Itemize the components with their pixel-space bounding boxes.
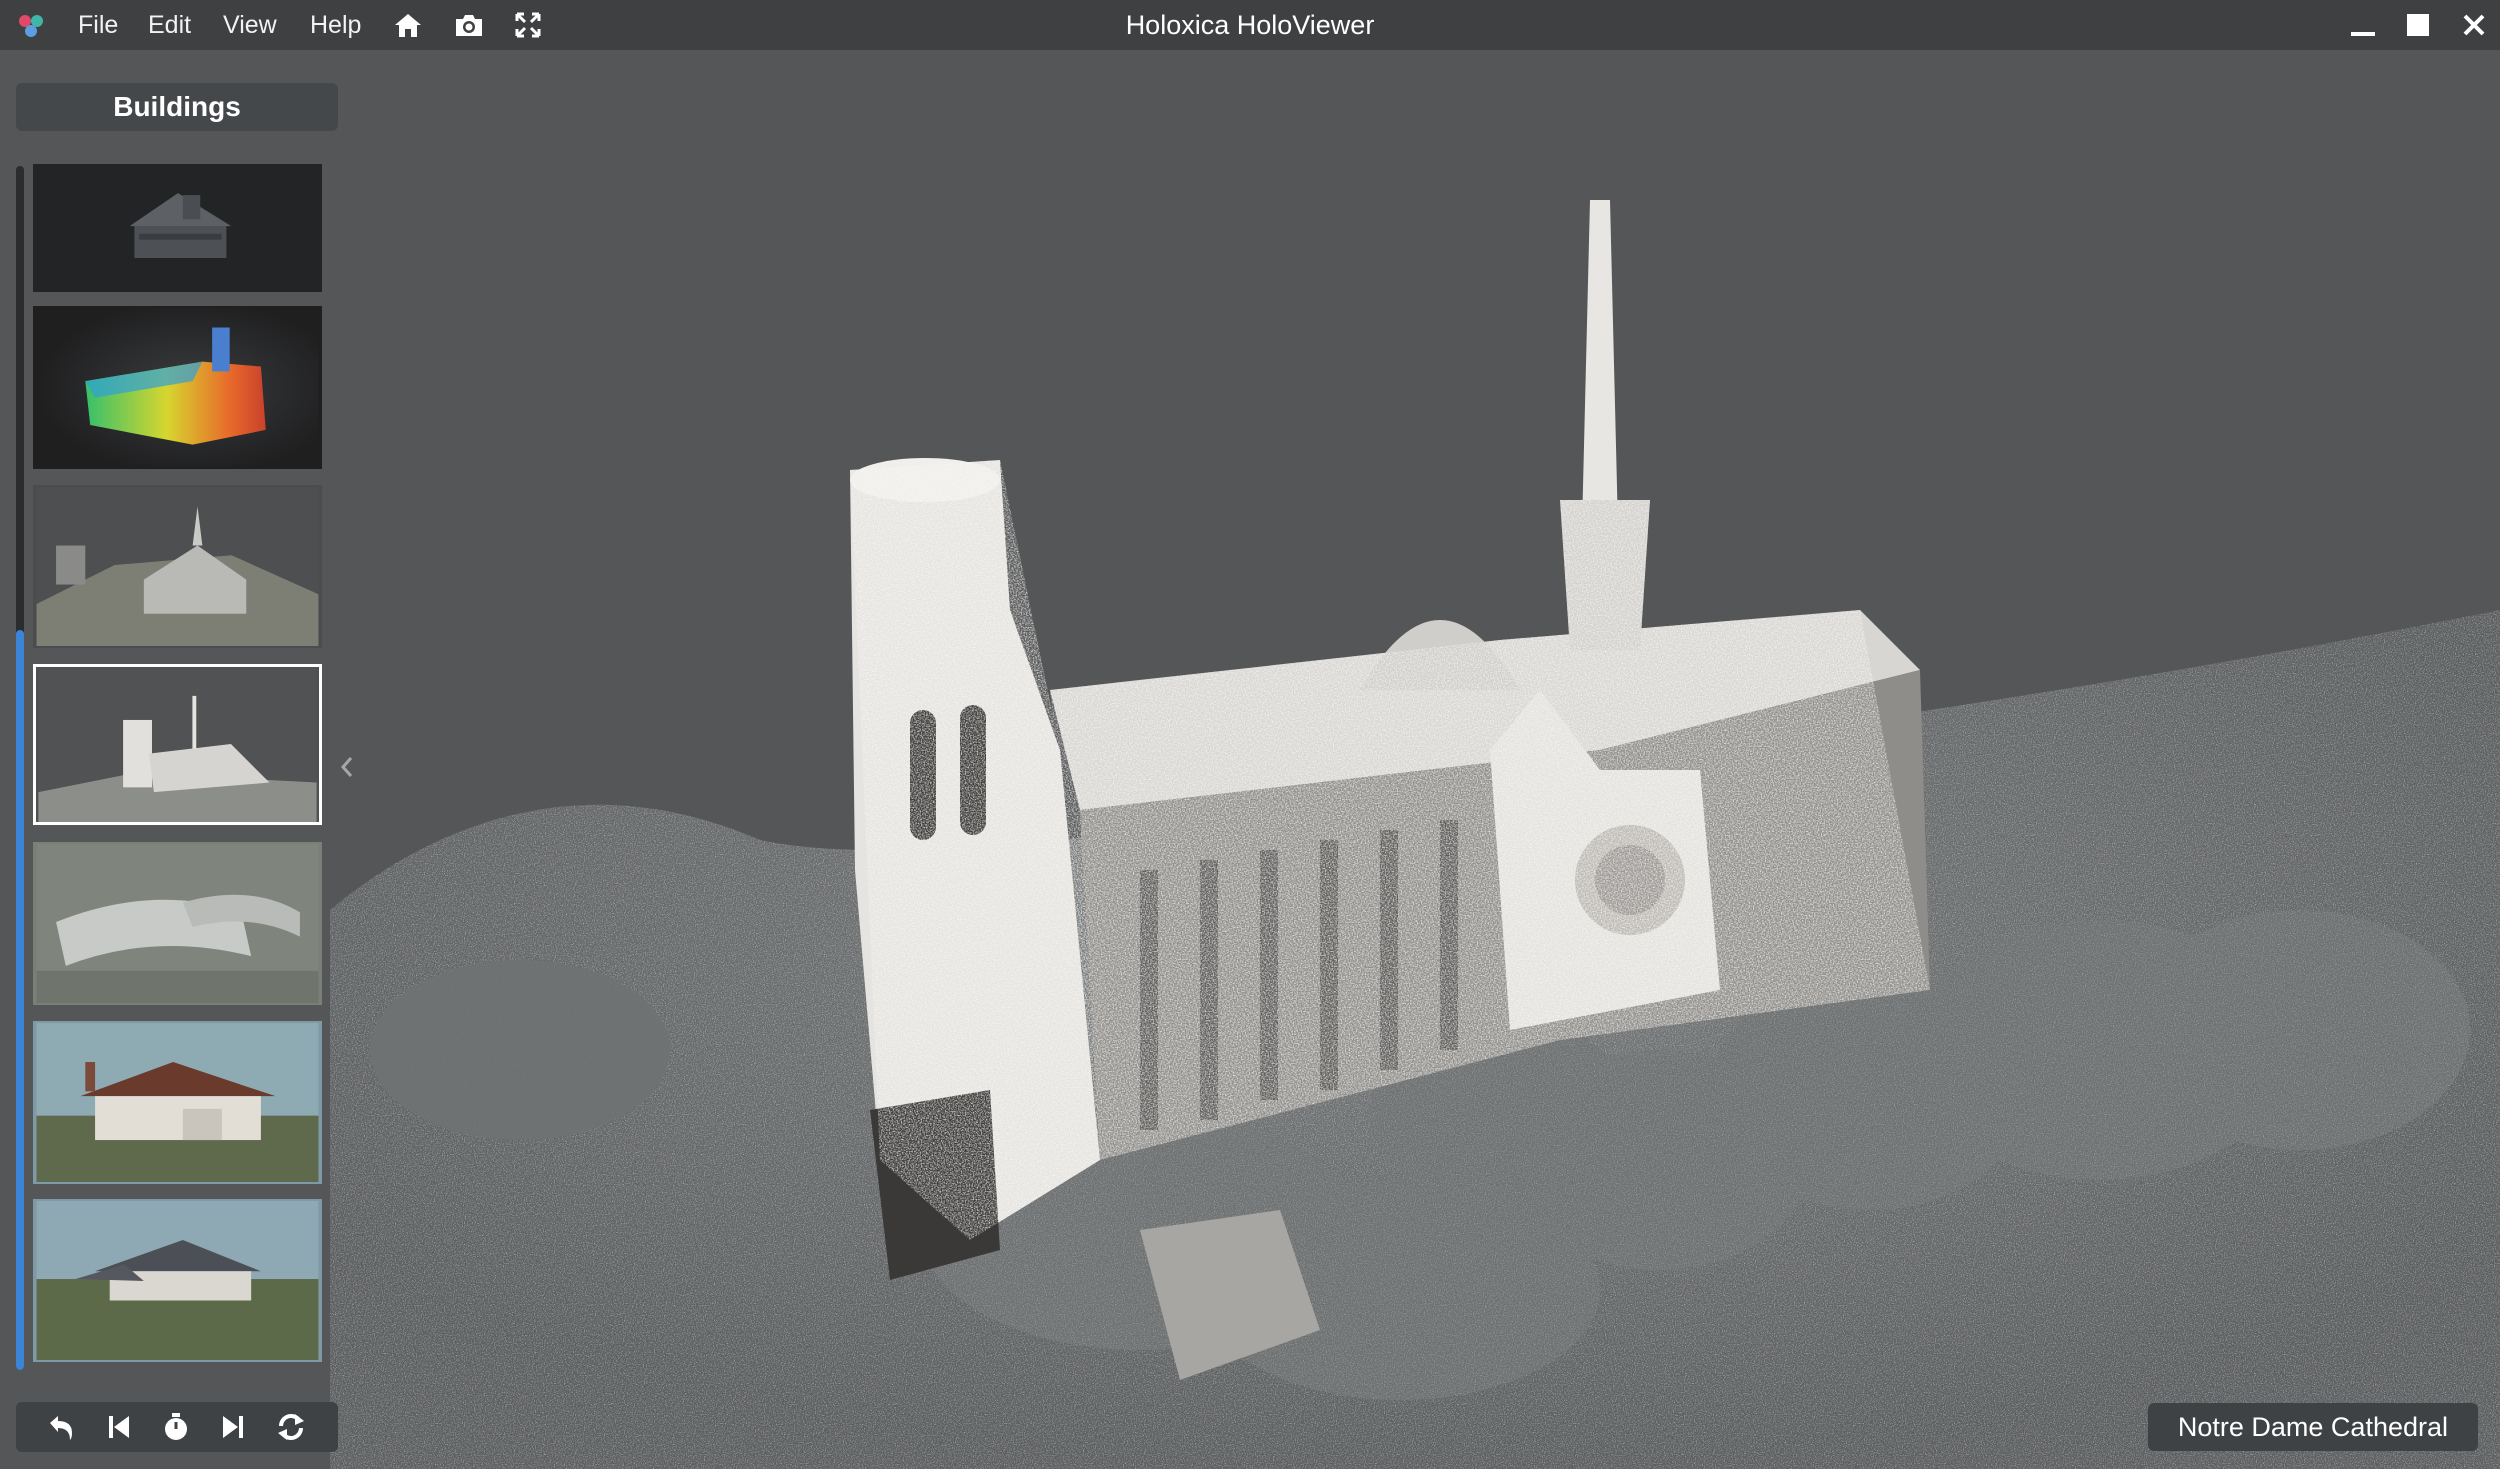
current-model-label: Notre Dame Cathedral bbox=[2147, 1403, 2478, 1451]
menu-help[interactable]: Help bbox=[310, 11, 361, 40]
refresh-icon[interactable] bbox=[274, 1411, 308, 1443]
thumbnail-brick-house[interactable] bbox=[33, 1021, 322, 1184]
camera-icon[interactable] bbox=[453, 10, 485, 40]
thumbnail-hillside-church[interactable] bbox=[33, 485, 322, 648]
3d-viewport[interactable] bbox=[0, 50, 2500, 1469]
thumbnail-notre-dame[interactable] bbox=[33, 664, 322, 825]
maximize-icon[interactable] bbox=[2402, 10, 2434, 40]
thumbnail-victorian-house[interactable] bbox=[33, 164, 322, 292]
brick-house-preview bbox=[36, 1023, 319, 1182]
category-header[interactable]: Buildings bbox=[16, 83, 338, 131]
timer-icon[interactable] bbox=[159, 1411, 193, 1443]
holoxica-logo-icon bbox=[19, 15, 43, 37]
country-house-preview bbox=[36, 1201, 319, 1360]
thumbnail-office-building[interactable] bbox=[33, 842, 322, 1005]
skip-forward-icon[interactable] bbox=[216, 1411, 250, 1443]
undo-icon[interactable] bbox=[44, 1411, 78, 1443]
menu-file[interactable]: File bbox=[78, 11, 118, 40]
minimize-icon[interactable] bbox=[2347, 10, 2379, 40]
fullscreen-icon[interactable] bbox=[512, 10, 544, 40]
window-title: Holoxica HoloViewer bbox=[1125, 10, 1375, 40]
close-icon[interactable] bbox=[2458, 10, 2490, 40]
title-bar: File Edit View Help Holoxica HoloViewer bbox=[0, 0, 2500, 50]
victorian-house-preview bbox=[37, 166, 318, 290]
menu-view[interactable]: View bbox=[223, 11, 277, 40]
collapse-panel-chevron-icon[interactable] bbox=[334, 752, 360, 782]
playback-controls bbox=[16, 1402, 338, 1452]
home-icon[interactable] bbox=[392, 10, 424, 40]
heatmap-church-preview bbox=[36, 308, 319, 467]
office-building-preview bbox=[36, 844, 319, 1003]
menu-edit[interactable]: Edit bbox=[148, 11, 191, 40]
thumbnail-heatmap-church[interactable] bbox=[33, 306, 322, 469]
skip-back-icon[interactable] bbox=[102, 1411, 136, 1443]
notre-dame-preview bbox=[38, 667, 317, 822]
hillside-church-preview bbox=[36, 487, 319, 646]
thumbnail-scrollbar-thumb[interactable] bbox=[16, 630, 24, 1370]
thumbnail-country-house[interactable] bbox=[33, 1199, 322, 1362]
point-cloud-render bbox=[330, 200, 2500, 1469]
